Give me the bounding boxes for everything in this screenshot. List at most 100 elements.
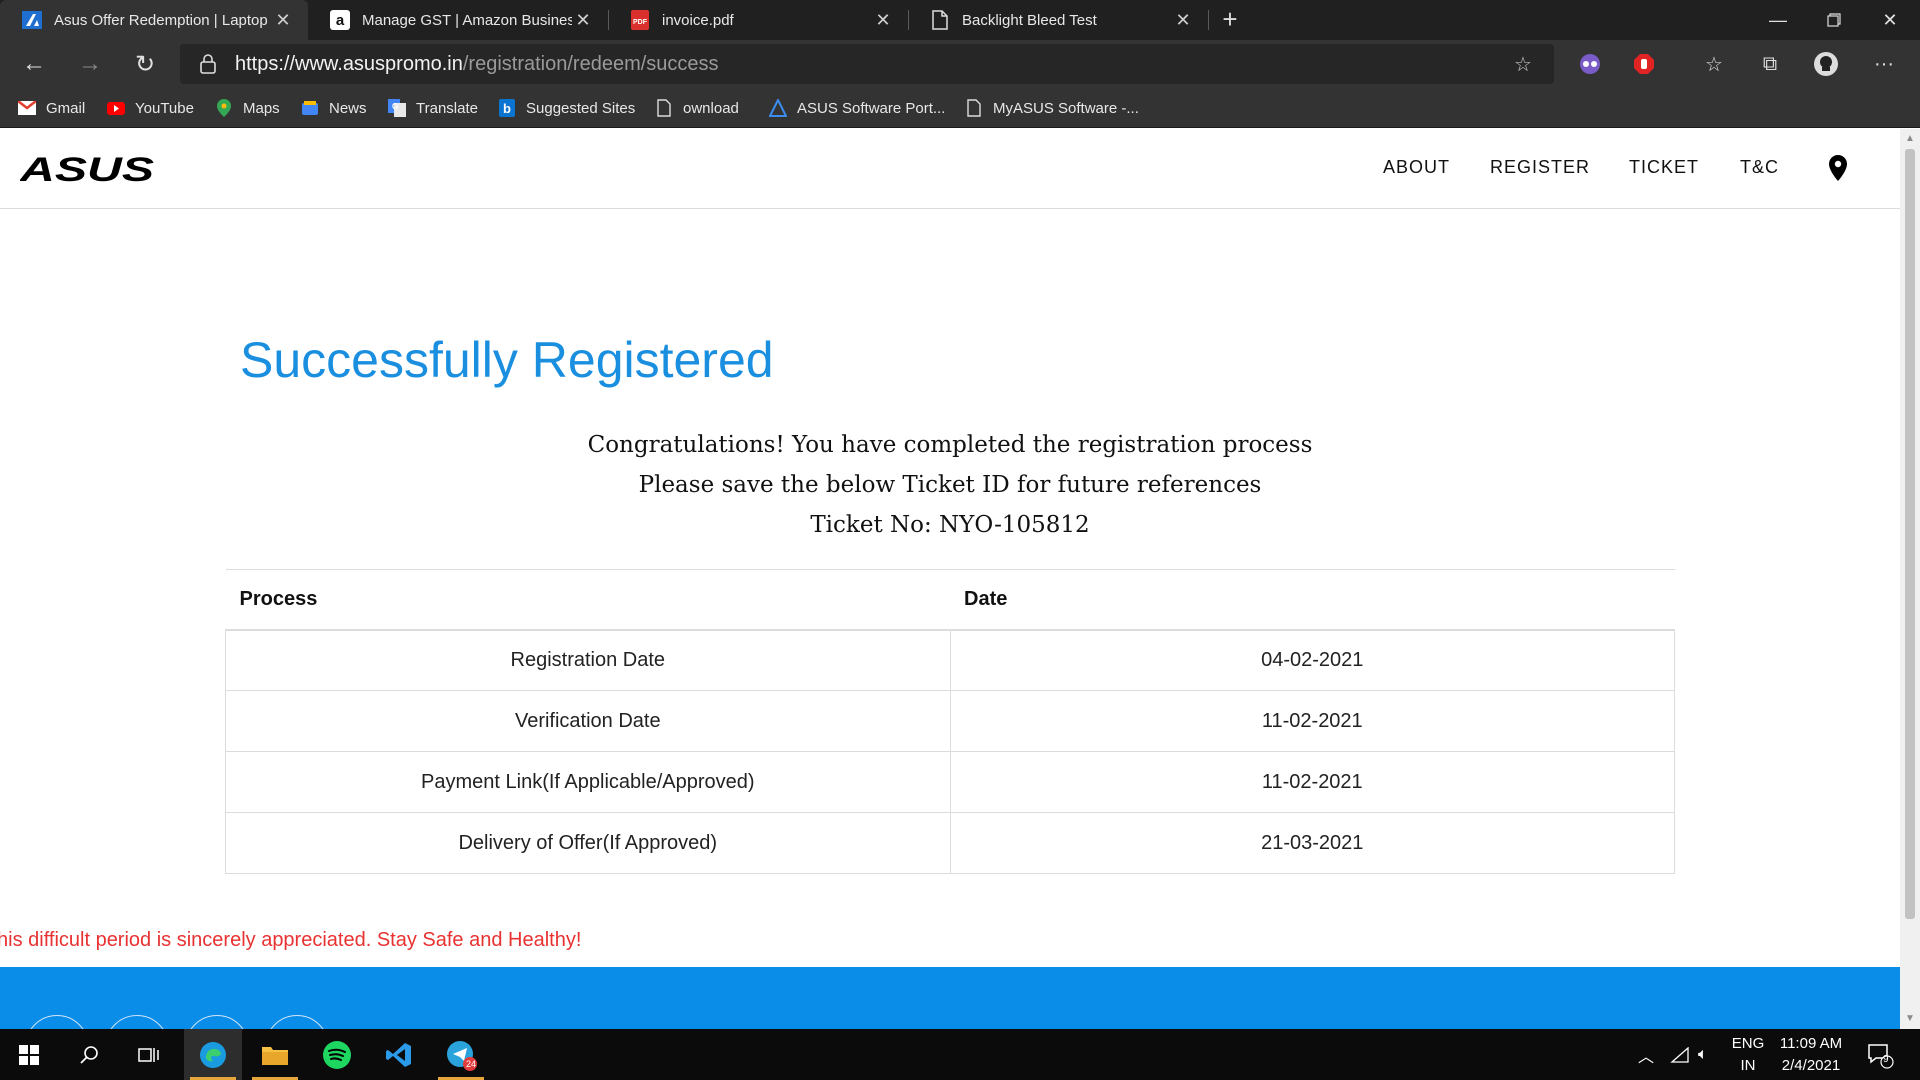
- table-row: Registration Date 04-02-2021: [225, 629, 1676, 691]
- site-header: ASUS ABOUT REGISTER TICKET T&C: [0, 129, 1900, 209]
- bookmark-maps[interactable]: Maps: [215, 88, 280, 128]
- process-cell: Registration Date: [225, 629, 951, 691]
- extension-adblock-icon[interactable]: [1630, 50, 1658, 78]
- maps-icon: [215, 99, 233, 117]
- process-table: Process Date Registration Date 04-02-202…: [225, 569, 1676, 874]
- process-cell: Payment Link(If Applicable/Approved): [225, 751, 951, 813]
- minimize-icon[interactable]: —: [1750, 0, 1806, 40]
- save-ticket-message: Please save the below Ticket ID for futu…: [638, 472, 1262, 498]
- bookmark-download[interactable]: ownload: [655, 88, 739, 128]
- date-cell: 04-02-2021: [949, 629, 1676, 691]
- scroll-up-icon[interactable]: ▲: [1900, 131, 1920, 147]
- table-header-row: Process Date: [225, 569, 1675, 631]
- notification-count: 9: [1883, 1054, 1889, 1065]
- file-explorer-icon[interactable]: [246, 1029, 304, 1080]
- back-icon[interactable]: ←: [16, 48, 52, 80]
- table-row: Payment Link(If Applicable/Approved) 11-…: [225, 751, 1676, 813]
- process-cell: Verification Date: [225, 690, 951, 752]
- vscode-icon[interactable]: [370, 1029, 428, 1080]
- telegram-badge: 24: [466, 1059, 477, 1069]
- asus-a-icon: [769, 99, 787, 117]
- bookmark-youtube[interactable]: YouTube: [107, 88, 194, 128]
- task-view-icon[interactable]: [120, 1029, 178, 1080]
- asus-logo[interactable]: ASUS: [19, 151, 155, 190]
- lock-icon[interactable]: [200, 54, 218, 74]
- edge-taskbar-icon[interactable]: [184, 1029, 242, 1080]
- close-tab-icon[interactable]: ✕: [572, 10, 594, 31]
- date-cell: 11-02-2021: [949, 751, 1676, 813]
- new-tab-button[interactable]: +: [1214, 4, 1246, 36]
- nav-register[interactable]: REGISTER: [1490, 157, 1590, 178]
- tab-title: Asus Offer Redemption | Laptop: [54, 11, 268, 29]
- page-viewport: ASUS ABOUT REGISTER TICKET T&C Successfu…: [0, 129, 1900, 1029]
- show-hidden-icons[interactable]: ︿: [1638, 1029, 1654, 1080]
- add-favorite-icon[interactable]: ☆: [1514, 52, 1538, 76]
- clock[interactable]: 11:09 AM 2/4/2021: [1766, 1033, 1856, 1077]
- tab-amazon-gst[interactable]: a Manage GST | Amazon Business ✕: [308, 0, 608, 40]
- svg-text:ASUS: ASUS: [20, 155, 154, 185]
- favorites-icon[interactable]: ☆: [1700, 50, 1728, 78]
- tab-title: Backlight Bleed Test: [962, 11, 1097, 29]
- bookmark-myasus-software[interactable]: MyASUS Software -...: [965, 88, 1139, 128]
- bookmark-suggested-sites[interactable]: b Suggested Sites: [498, 88, 635, 128]
- bing-icon: b: [498, 99, 516, 117]
- bookmarks-bar: Gmail YouTube Maps News G Translate b Su…: [0, 88, 1920, 128]
- url-field[interactable]: https://www.asuspromo.in/registration/re…: [180, 44, 1554, 84]
- windows-start-icon[interactable]: [0, 1029, 58, 1080]
- tab-title: Manage GST | Amazon Business: [362, 11, 572, 29]
- close-tab-icon[interactable]: ✕: [1172, 10, 1194, 31]
- location-pin-icon[interactable]: [1828, 155, 1848, 181]
- youtube-icon: [107, 99, 125, 117]
- page-icon: [965, 99, 983, 117]
- bookmark-news[interactable]: News: [301, 88, 367, 128]
- process-cell: Delivery of Offer(If Approved): [225, 812, 951, 874]
- reload-icon[interactable]: ↻: [127, 48, 163, 80]
- restore-icon[interactable]: [1806, 0, 1862, 40]
- more-options-icon[interactable]: ···: [1870, 50, 1898, 78]
- close-window-icon[interactable]: ✕: [1862, 0, 1918, 40]
- collections-icon[interactable]: ⧉: [1756, 50, 1784, 78]
- column-header-date: Date: [950, 569, 1675, 631]
- profile-avatar-icon[interactable]: [1812, 50, 1840, 78]
- bookmark-gmail[interactable]: Gmail: [18, 88, 85, 128]
- tab-bar: Asus Offer Redemption | Laptop ✕ a Manag…: [0, 0, 1920, 40]
- page-icon: [655, 99, 673, 117]
- bookmark-asus-software-portal[interactable]: ASUS Software Port...: [769, 88, 945, 128]
- column-header-process: Process: [225, 569, 951, 631]
- svg-text:a: a: [336, 12, 345, 29]
- nav-about[interactable]: ABOUT: [1383, 157, 1450, 178]
- svg-text:b: b: [503, 101, 511, 116]
- congrats-message: Congratulations! You have completed the …: [587, 432, 1313, 458]
- notifications-icon[interactable]: 9: [1866, 1029, 1894, 1080]
- amazon-tab-icon: a: [330, 10, 350, 30]
- search-icon[interactable]: [60, 1029, 118, 1080]
- close-tab-icon[interactable]: ✕: [272, 10, 294, 31]
- pdf-tab-icon: PDF: [630, 10, 650, 30]
- news-icon: [301, 99, 319, 117]
- stay-safe-notice: his difficult period is sincerely apprec…: [0, 929, 582, 951]
- scrollbar-thumb[interactable]: [1905, 149, 1915, 919]
- tab-asus-offer[interactable]: Asus Offer Redemption | Laptop ✕: [0, 0, 308, 40]
- spotify-icon[interactable]: [308, 1029, 366, 1080]
- ticket-number: Ticket No: NYO-105812: [810, 512, 1090, 538]
- extension-glasses-icon[interactable]: [1576, 50, 1604, 78]
- close-tab-icon[interactable]: ✕: [872, 10, 894, 31]
- date-cell: 21-03-2021: [949, 812, 1676, 874]
- volume-icon[interactable]: 🔈︎: [1698, 1029, 1708, 1080]
- nav-ticket[interactable]: TICKET: [1629, 157, 1699, 178]
- table-row: Verification Date 11-02-2021: [225, 690, 1676, 752]
- svg-text:PDF: PDF: [633, 19, 648, 26]
- tab-backlight-bleed[interactable]: Backlight Bleed Test ✕: [908, 0, 1208, 40]
- forward-icon[interactable]: →: [72, 48, 108, 80]
- bookmark-translate[interactable]: G Translate: [388, 88, 478, 128]
- page-scrollbar[interactable]: ▲ ▼: [1900, 129, 1920, 1029]
- tab-title: invoice.pdf: [662, 11, 734, 29]
- nav-tc[interactable]: T&C: [1740, 157, 1779, 178]
- url-text: https://www.asuspromo.in/registration/re…: [235, 53, 719, 75]
- page-tab-icon: [930, 10, 950, 30]
- network-icon[interactable]: [1670, 1029, 1690, 1080]
- scroll-down-icon[interactable]: ▼: [1900, 1011, 1920, 1027]
- telegram-icon[interactable]: 24: [432, 1029, 490, 1080]
- translate-icon: G: [388, 99, 406, 117]
- tab-invoice-pdf[interactable]: PDF invoice.pdf ✕: [608, 0, 908, 40]
